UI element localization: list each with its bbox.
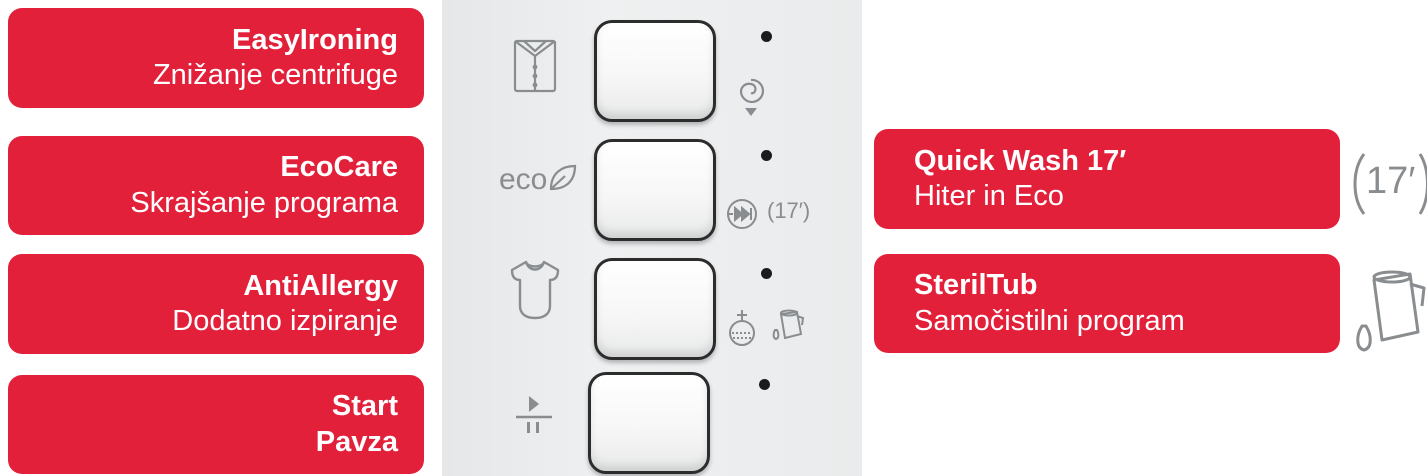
steriltub-label: SterilTub Samočistilni program [874,254,1340,353]
shirt-icon [512,38,558,94]
steriltub-title: SterilTub [914,269,1038,302]
antiallergy-subtitle: Dodatno izpiranje [172,305,398,337]
antiallergy-title: AntiAllergy [243,269,398,302]
quick-wash-subtitle: Hiter in Eco [914,180,1064,212]
ecocare-subtitle: Skrajšanje programa [130,186,398,219]
extra-rinse-icon [725,308,759,348]
easyironing-subtitle: Znižanje centrifuge [152,59,398,91]
start-pause-label: Start Pavza [8,375,424,474]
eco-text: eco [499,163,548,196]
antiallergy-led [761,268,772,279]
pause-title: Pavza [315,425,398,458]
antiallergy-button[interactable] [594,258,716,360]
tub-icon [769,308,805,342]
timer-17-icon: (17′) [767,198,810,224]
start-pause-button[interactable] [588,372,710,474]
ecocare-label: EcoCare Skrajšanje programa [8,136,424,235]
quick-wash-label: Quick Wash 17′ Hiter in Eco [874,129,1340,229]
spin-reduce-icon [735,74,767,122]
timer-large-text: 17′ [1366,160,1416,202]
tub-large-icon [1352,268,1427,364]
start-pause-led [759,379,770,390]
control-panel: eco (17′) [442,0,862,476]
easyironing-label: EasyIroning Znižanje centrifuge [8,8,424,108]
steriltub-subtitle: Samočistilni program [914,304,1185,337]
quick-wash-title: Quick Wash 17′ [914,144,1127,177]
ecocare-led [761,150,772,161]
eco-leaf-icon: eco [499,163,578,197]
play-pause-icon [514,393,554,437]
fast-forward-icon [725,197,759,231]
easyironing-button[interactable] [594,20,716,122]
bodysuit-icon [508,258,562,322]
antiallergy-label: AntiAllergy Dodatno izpiranje [8,254,424,354]
timer-17-large-icon: 17′ [1350,146,1427,222]
ecocare-button[interactable] [594,139,716,241]
easyironing-led [761,31,772,42]
easyironing-title: EasyIroning [232,23,398,56]
start-title: Start [331,390,398,423]
ecocare-title: EcoCare [280,151,398,184]
timer-small-text: (17′) [767,198,811,223]
